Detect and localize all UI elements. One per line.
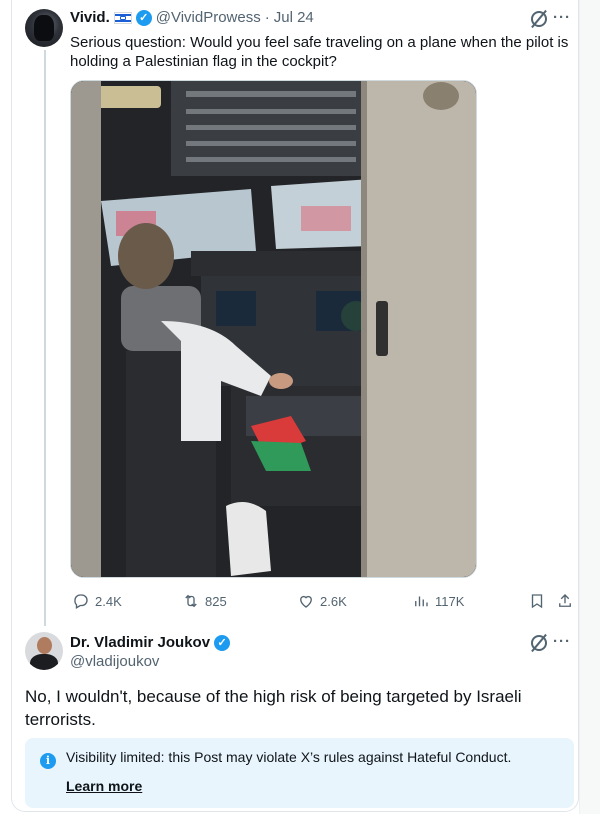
post-date[interactable]: Jul 24 [274,9,314,26]
author-name[interactable]: Vivid. [70,9,110,26]
share-icon [559,594,571,607]
repost-icon [185,594,197,608]
like-count: 2.6K [320,593,347,609]
author-handle[interactable]: @VividProwess [156,9,261,26]
visibility-notice: i Visibility limited: this Post may viol… [25,738,574,808]
learn-more-link[interactable]: Learn more [66,778,142,794]
verified-badge-icon: ✓ [214,634,231,651]
right-edge-panel [579,0,600,814]
share-action[interactable] [556,592,574,610]
notice-text: Visibility limited: this Post may violat… [66,749,512,765]
like-action[interactable]: 2.6K [297,592,347,610]
grok-icon[interactable] [531,11,547,27]
tweet-text: Serious question: Would you feel safe tr… [70,34,569,70]
tweet-header: Vivid. ✓ @VividProwess · Jul 24 [70,9,314,26]
repost-count: 825 [205,593,227,609]
separator-dot: · [264,9,270,26]
verified-badge-icon: ✓ [135,9,152,26]
bookmark-action[interactable] [528,592,546,610]
thread-connector-line [44,50,46,626]
repost-action[interactable]: 825 [182,592,227,610]
reply-action[interactable]: 2.4K [72,592,122,610]
more-options-icon[interactable]: ··· [553,9,571,26]
grok-icon[interactable] [531,635,547,651]
cockpit-photo[interactable] [70,80,477,578]
view-count: 117K [435,593,465,609]
reply-header: Dr. Vladimir Joukov ✓ [70,634,231,651]
heart-icon [300,595,312,608]
reply-author-name[interactable]: Dr. Vladimir Joukov [70,634,210,651]
views-chart-icon [415,596,428,607]
bookmark-icon [531,594,543,609]
info-icon: i [40,753,56,769]
israel-flag-icon [113,11,132,24]
reply-handle-row: @vladijoukov [70,653,159,670]
reply-count: 2.4K [95,593,122,609]
vivid-avatar[interactable] [25,9,63,47]
views-action[interactable]: 117K [412,592,464,610]
reply-icon [74,594,88,609]
reply-author-handle[interactable]: @vladijoukov [70,653,159,670]
more-options-icon[interactable]: ··· [553,633,571,650]
action-bar: 2.4K 825 2.6K 117K [72,592,576,610]
reply-text: No, I wouldn't, because of the high risk… [25,687,522,729]
joukov-avatar[interactable] [25,632,63,670]
